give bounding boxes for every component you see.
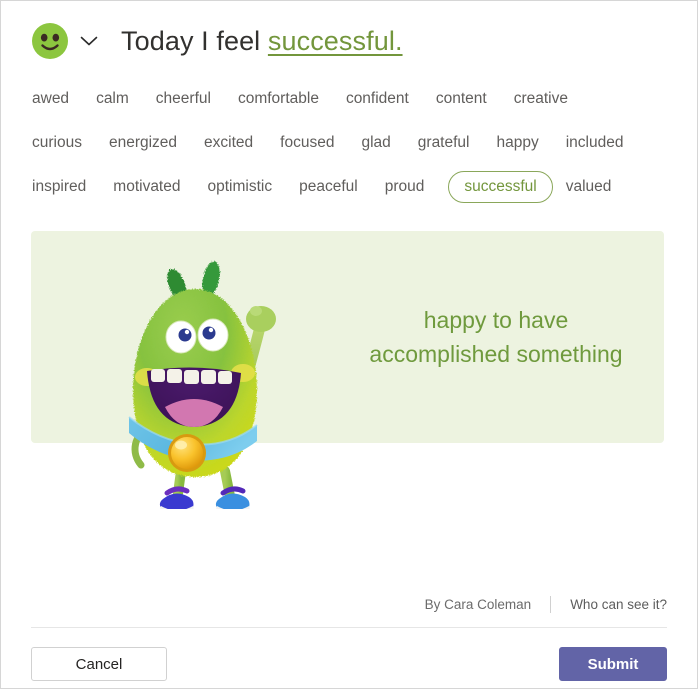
banner-message-line2: accomplished something <box>369 341 623 367</box>
feeling-chip-included[interactable]: included <box>565 127 625 159</box>
feeling-chip-focused[interactable]: focused <box>279 127 335 159</box>
feeling-chip-curious[interactable]: curious <box>31 127 83 159</box>
feeling-chip-valued[interactable]: valued <box>565 171 613 203</box>
feeling-word-list: awed calm cheerful comfortable confident… <box>1 55 697 209</box>
feeling-chip-motivated[interactable]: motivated <box>112 171 181 203</box>
dialog-footer: Cancel Submit <box>31 647 667 681</box>
banner-message: happy to have accomplished something <box>346 303 646 371</box>
feeling-chip-calm[interactable]: calm <box>95 83 130 115</box>
feeling-chip-grateful[interactable]: grateful <box>417 127 471 159</box>
feeling-chip-successful[interactable]: successful <box>448 171 553 203</box>
byline-divider <box>550 596 552 613</box>
byline: By Cara Coleman Who can see it? <box>425 596 667 613</box>
feeling-chip-peaceful[interactable]: peaceful <box>298 171 359 203</box>
byline-author: By Cara Coleman <box>424 597 532 612</box>
feeling-chip-awed[interactable]: awed <box>31 83 70 115</box>
feeling-chip-creative[interactable]: creative <box>513 83 569 115</box>
page-title: Today I feel successful. <box>121 26 403 57</box>
feeling-chip-glad[interactable]: glad <box>360 127 391 159</box>
chevron-down-icon[interactable] <box>79 31 99 51</box>
submit-button[interactable]: Submit <box>559 647 667 681</box>
feeling-chip-comfortable[interactable]: comfortable <box>237 83 320 115</box>
feeling-picker-dialog: Today I feel successful. awed calm cheer… <box>0 0 698 689</box>
green-smiley-face-icon <box>32 23 68 59</box>
feeling-chip-confident[interactable]: confident <box>345 83 410 115</box>
headline-feeling-word[interactable]: successful. <box>268 26 403 56</box>
cancel-button[interactable]: Cancel <box>31 647 167 681</box>
green-furry-monster-mascot-illustration <box>107 249 317 517</box>
feeling-banner: happy to have accomplished something <box>1 231 697 521</box>
feeling-chip-inspired[interactable]: inspired <box>31 171 87 203</box>
feeling-chip-happy[interactable]: happy <box>495 127 539 159</box>
feeling-chip-excited[interactable]: excited <box>203 127 254 159</box>
avatar[interactable] <box>31 22 69 60</box>
dialog-header: Today I feel successful. <box>1 1 697 59</box>
feeling-chip-energized[interactable]: energized <box>108 127 178 159</box>
banner-message-line1: happy to have <box>423 307 569 333</box>
feeling-chip-optimistic[interactable]: optimistic <box>206 171 273 203</box>
headline-prefix: Today I feel <box>121 25 268 56</box>
feeling-chip-proud[interactable]: proud <box>384 171 426 203</box>
feeling-chip-cheerful[interactable]: cheerful <box>155 83 212 115</box>
who-can-see-it-link[interactable]: Who can see it? <box>570 597 667 612</box>
footer-divider <box>31 627 667 628</box>
feeling-chip-content[interactable]: content <box>435 83 488 115</box>
